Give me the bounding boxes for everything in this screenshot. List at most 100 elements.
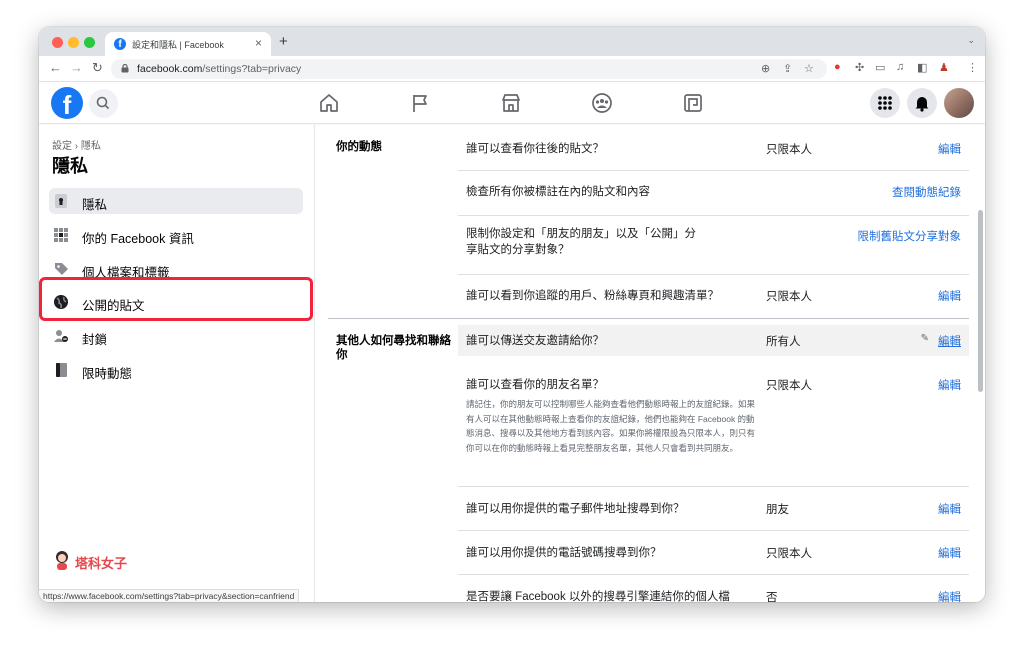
search-icon bbox=[96, 96, 110, 110]
settings-row[interactable]: 誰可以用你提供的電話號碼搜尋到你？ 只限本人 編輯 bbox=[458, 531, 969, 574]
setting-question: 誰可以看到你追蹤的用戶、粉絲專頁和興趣清單？ bbox=[466, 290, 719, 302]
tab-title: 設定和隱私 | Facebook bbox=[132, 40, 224, 50]
watermark-text: 塔科女子 bbox=[75, 556, 128, 571]
block-user-icon bbox=[54, 330, 68, 342]
sidebar-item-facebook-info[interactable]: 你的 Facebook 資訊 bbox=[49, 222, 303, 248]
address-bar[interactable]: facebook.com/settings?tab=privacy ⊕ ⇪ ☆ bbox=[111, 59, 827, 79]
forward-arrow-icon[interactable]: → bbox=[70, 60, 83, 75]
status-bar-url: https://www.facebook.com/settings?tab=pr… bbox=[39, 589, 300, 602]
privacy-settings-main: 你的動態 誰可以查看你往後的貼文？ 只限本人 編輯 檢查所有你被標註在內的貼文和… bbox=[316, 125, 985, 602]
setting-question: 誰可以用你提供的電子郵件地址搜尋到你？ bbox=[466, 503, 685, 515]
avatar[interactable] bbox=[944, 88, 974, 118]
settings-row[interactable]: 檢查所有你被標註在內的貼文和內容 查閱動態紀錄 bbox=[458, 171, 969, 215]
groups-icon[interactable] bbox=[591, 92, 613, 114]
home-icon[interactable] bbox=[318, 92, 340, 114]
flag-icon[interactable] bbox=[409, 92, 431, 114]
edit-link[interactable]: 編輯 bbox=[938, 333, 961, 349]
setting-description: 請記住，你的朋友可以控制哪些人能夠查看他們動態時報上的友誼紀錄。如果有人可以在其… bbox=[466, 399, 756, 453]
url-path: /settings?tab=privacy bbox=[202, 63, 302, 75]
minimize-window-button[interactable] bbox=[68, 37, 79, 48]
grid-menu-icon bbox=[878, 96, 892, 110]
limit-past-posts-link[interactable]: 限制舊貼文分享對象 bbox=[858, 228, 962, 244]
setting-value: 只限本人 bbox=[766, 144, 812, 156]
new-tab-button[interactable]: + bbox=[279, 33, 288, 50]
menu-grid-button[interactable] bbox=[870, 88, 900, 118]
sidebar-item-blocking[interactable]: 封鎖 bbox=[49, 323, 303, 349]
setting-value: 只限本人 bbox=[766, 291, 812, 303]
page-title: 隱私 bbox=[52, 156, 88, 176]
url-text: facebook.com/settings?tab=privacy bbox=[137, 63, 301, 75]
setting-question: 檢查所有你被標註在內的貼文和內容 bbox=[466, 186, 650, 198]
watermark-avatar-icon bbox=[56, 551, 68, 570]
scrollbar-thumb[interactable] bbox=[978, 210, 983, 392]
settings-row[interactable]: 誰可以看到你追蹤的用戶、粉絲專頁和興趣清單？ 只限本人 編輯 bbox=[458, 275, 969, 317]
setting-question: 限制你設定和「朋友的朋友」以及「公開」分享貼文的分享對象？ bbox=[466, 228, 696, 256]
notifications-button[interactable] bbox=[907, 88, 937, 118]
edit-link[interactable]: 編輯 bbox=[938, 589, 961, 602]
breadcrumb[interactable]: 設定 › 隱私 bbox=[52, 137, 101, 152]
bell-icon bbox=[915, 97, 929, 112]
tag-icon bbox=[55, 263, 68, 275]
edit-link[interactable]: 編輯 bbox=[938, 501, 961, 517]
profile-icon[interactable]: ♟ bbox=[939, 61, 949, 74]
tab-close-icon[interactable]: × bbox=[255, 36, 262, 50]
section-title-your-activity: 你的動態 bbox=[336, 141, 382, 153]
edit-link[interactable]: 編輯 bbox=[938, 377, 961, 393]
extension-icon[interactable]: ● bbox=[834, 61, 841, 73]
settings-row[interactable]: 誰可以傳送交友邀請給你？ 所有人 ✎ 編輯 bbox=[458, 325, 969, 356]
close-window-button[interactable] bbox=[52, 37, 63, 48]
url-host: facebook.com bbox=[137, 63, 203, 75]
sidepanel-icon[interactable]: ◧ bbox=[917, 61, 927, 74]
section-title-how-people-find-you: 其他人如何尋找和聯絡你 bbox=[336, 335, 451, 361]
share-icon[interactable]: ⇪ bbox=[783, 62, 792, 75]
sidebar-item-profile-tagging[interactable]: 個人檔案和標籤 bbox=[49, 256, 303, 282]
zoom-window-button[interactable] bbox=[84, 37, 95, 48]
settings-row[interactable]: 誰可以用你提供的電子郵件地址搜尋到你？ 朋友 編輯 bbox=[458, 487, 969, 530]
menu-dots-icon[interactable]: ⋮ bbox=[967, 61, 978, 74]
facebook-favicon-icon: f bbox=[114, 38, 126, 50]
zoom-icon[interactable]: ⊕ bbox=[761, 62, 770, 75]
puzzle-extensions-icon[interactable]: ✣ bbox=[855, 61, 864, 74]
bookmark-star-icon[interactable]: ☆ bbox=[804, 62, 814, 75]
settings-sidebar: 設定 › 隱私 隱私 隱私 你的 Facebook 資訊 個人檔案和標籤 公開的… bbox=[39, 125, 315, 602]
setting-question: 誰可以傳送交友邀請給你？ bbox=[466, 335, 604, 347]
sidebar-item-label: 隱私 bbox=[82, 198, 108, 212]
sidebar-item-label: 公開的貼文 bbox=[82, 299, 145, 313]
reload-icon[interactable]: ↻ bbox=[92, 60, 103, 76]
setting-question: 誰可以查看你往後的貼文？ bbox=[466, 143, 604, 155]
cast-icon[interactable]: ▭ bbox=[875, 61, 885, 74]
browser-toolbar: ← → ↻ facebook.com/settings?tab=privacy … bbox=[39, 56, 985, 82]
book-icon bbox=[56, 363, 67, 377]
back-arrow-icon[interactable]: ← bbox=[49, 60, 62, 75]
sidebar-item-public-posts[interactable]: 公開的貼文 bbox=[49, 289, 303, 315]
settings-row[interactable]: 是否要讓 Facebook 以外的搜尋引擎連結你的個人檔 否 編輯 bbox=[458, 575, 969, 602]
browser-tab[interactable]: f 設定和隱私 | Facebook × bbox=[105, 32, 271, 56]
tab-search-chevron-icon[interactable]: ⌄ bbox=[967, 35, 975, 46]
setting-value: 朋友 bbox=[766, 504, 789, 516]
setting-value: 所有人 bbox=[766, 336, 801, 348]
facebook-header: f bbox=[39, 82, 985, 124]
tab-strip: f 設定和隱私 | Facebook × + ⌄ bbox=[39, 27, 985, 56]
sidebar-item-stories[interactable]: 限時動態 bbox=[49, 357, 303, 383]
edit-link[interactable]: 編輯 bbox=[938, 545, 961, 561]
lock-icon bbox=[55, 194, 67, 208]
sidebar-item-label: 限時動態 bbox=[82, 367, 133, 381]
media-icon[interactable]: ♫ bbox=[896, 61, 904, 73]
section-divider bbox=[328, 318, 969, 319]
marketplace-icon[interactable] bbox=[500, 92, 522, 114]
activity-log-link[interactable]: 查閱動態紀錄 bbox=[892, 184, 961, 200]
search-button[interactable] bbox=[89, 89, 118, 118]
edit-link[interactable]: 編輯 bbox=[938, 288, 961, 304]
sidebar-item-label: 你的 Facebook 資訊 bbox=[82, 232, 194, 246]
gaming-icon[interactable] bbox=[682, 92, 704, 114]
settings-row[interactable]: 限制你設定和「朋友的朋友」以及「公開」分享貼文的分享對象？ 限制舊貼文分享對象 bbox=[458, 216, 969, 274]
sidebar-item-privacy[interactable]: 隱私 bbox=[49, 188, 303, 214]
setting-value: 只限本人 bbox=[766, 380, 812, 392]
settings-row[interactable]: 誰可以查看你的朋友名單？ 只限本人 編輯 請記住，你的朋友可以控制哪些人能夠查看… bbox=[458, 361, 969, 485]
setting-value: 只限本人 bbox=[766, 548, 812, 560]
settings-row[interactable]: 誰可以查看你往後的貼文？ 只限本人 編輯 bbox=[458, 127, 969, 169]
edit-link[interactable]: 編輯 bbox=[938, 141, 961, 157]
facebook-logo[interactable]: f bbox=[51, 87, 83, 120]
browser-window: f 設定和隱私 | Facebook × + ⌄ ← → ↻ facebook.… bbox=[39, 27, 985, 602]
setting-question: 誰可以用你提供的電話號碼搜尋到你？ bbox=[466, 547, 662, 559]
